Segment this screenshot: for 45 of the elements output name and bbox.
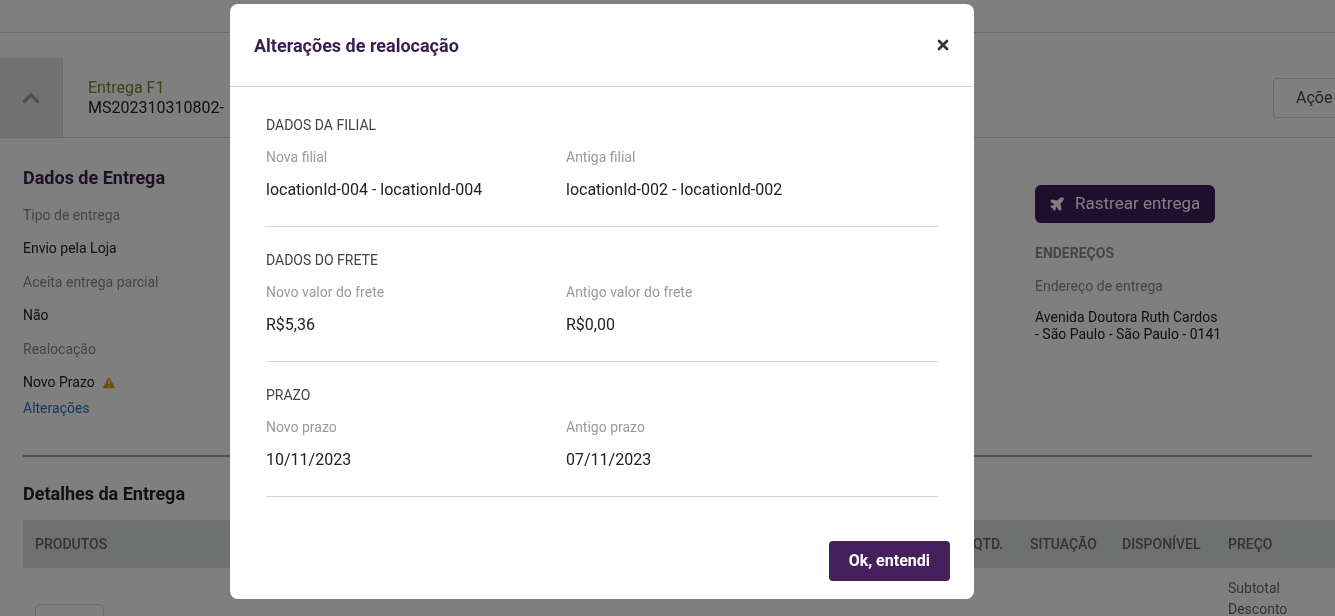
field-value: Não bbox=[23, 306, 49, 325]
section-heading: PRAZO bbox=[266, 386, 312, 405]
section-heading: DADOS DA FILIAL bbox=[266, 116, 378, 135]
field-label: Antigo valor do frete bbox=[566, 283, 694, 302]
field-value: locationId-004 - locationId-004 bbox=[266, 179, 484, 201]
dialog-title: Alterações de realocação bbox=[254, 33, 459, 58]
field-label: Tipo de entrega bbox=[23, 206, 121, 225]
track-delivery-button[interactable]: Rastrear entrega bbox=[1035, 185, 1215, 223]
field-label: Aceita entrega parcial bbox=[23, 273, 159, 292]
column-header: PREÇO bbox=[1228, 536, 1273, 552]
field-value: locationId-002 - locationId-002 bbox=[566, 179, 784, 201]
price-label: Desconto bbox=[1228, 600, 1288, 616]
close-button[interactable] bbox=[935, 37, 951, 53]
changes-link[interactable]: Alterações bbox=[23, 398, 90, 419]
field-label: Nova filial bbox=[266, 148, 329, 167]
field-value: Envio pela Loja bbox=[23, 239, 117, 258]
address-line: Avenida Doutora Ruth Cardos bbox=[1035, 309, 1219, 326]
column-header: DISPONÍVEL bbox=[1122, 536, 1201, 552]
delivery-code: MS202310310802- bbox=[88, 97, 224, 118]
field-label: Novo valor do frete bbox=[266, 283, 386, 302]
field-value: R$0,00 bbox=[566, 314, 616, 336]
collapse-toggle[interactable] bbox=[0, 58, 62, 137]
address-label: Endereço de entrega bbox=[1035, 277, 1164, 296]
field-label: Realocação bbox=[23, 340, 96, 359]
field-value: R$5,36 bbox=[266, 314, 316, 336]
section-heading: Dados de Entrega bbox=[23, 166, 166, 190]
confirm-button[interactable]: Ok, entendi bbox=[828, 541, 950, 581]
plane-icon bbox=[1049, 196, 1065, 212]
field-label: Antiga filial bbox=[566, 148, 637, 167]
section-heading: Detalhes da Entrega bbox=[23, 482, 187, 506]
field-value: 07/11/2023 bbox=[566, 449, 653, 471]
warning-icon bbox=[100, 374, 117, 391]
column-header: PRODUTOS bbox=[35, 536, 108, 552]
actions-button[interactable]: Açõe bbox=[1273, 77, 1335, 118]
price-label: Subtotal bbox=[1228, 579, 1281, 598]
field-label: Novo prazo bbox=[266, 418, 338, 437]
field-value: 10/11/2023 bbox=[266, 449, 353, 471]
column-header: QTD. bbox=[973, 536, 1004, 552]
addresses-heading: ENDEREÇOS bbox=[1035, 244, 1115, 263]
address-line: - São Paulo - São Paulo - 0141 bbox=[1035, 326, 1223, 343]
field-value: Novo Prazo bbox=[23, 373, 95, 392]
column-header: SITUAÇÃO bbox=[1030, 536, 1097, 552]
section-heading: DADOS DO FRETE bbox=[266, 251, 379, 270]
delivery-title: Entrega F1 bbox=[88, 77, 166, 98]
field-label: Antigo prazo bbox=[566, 418, 646, 437]
